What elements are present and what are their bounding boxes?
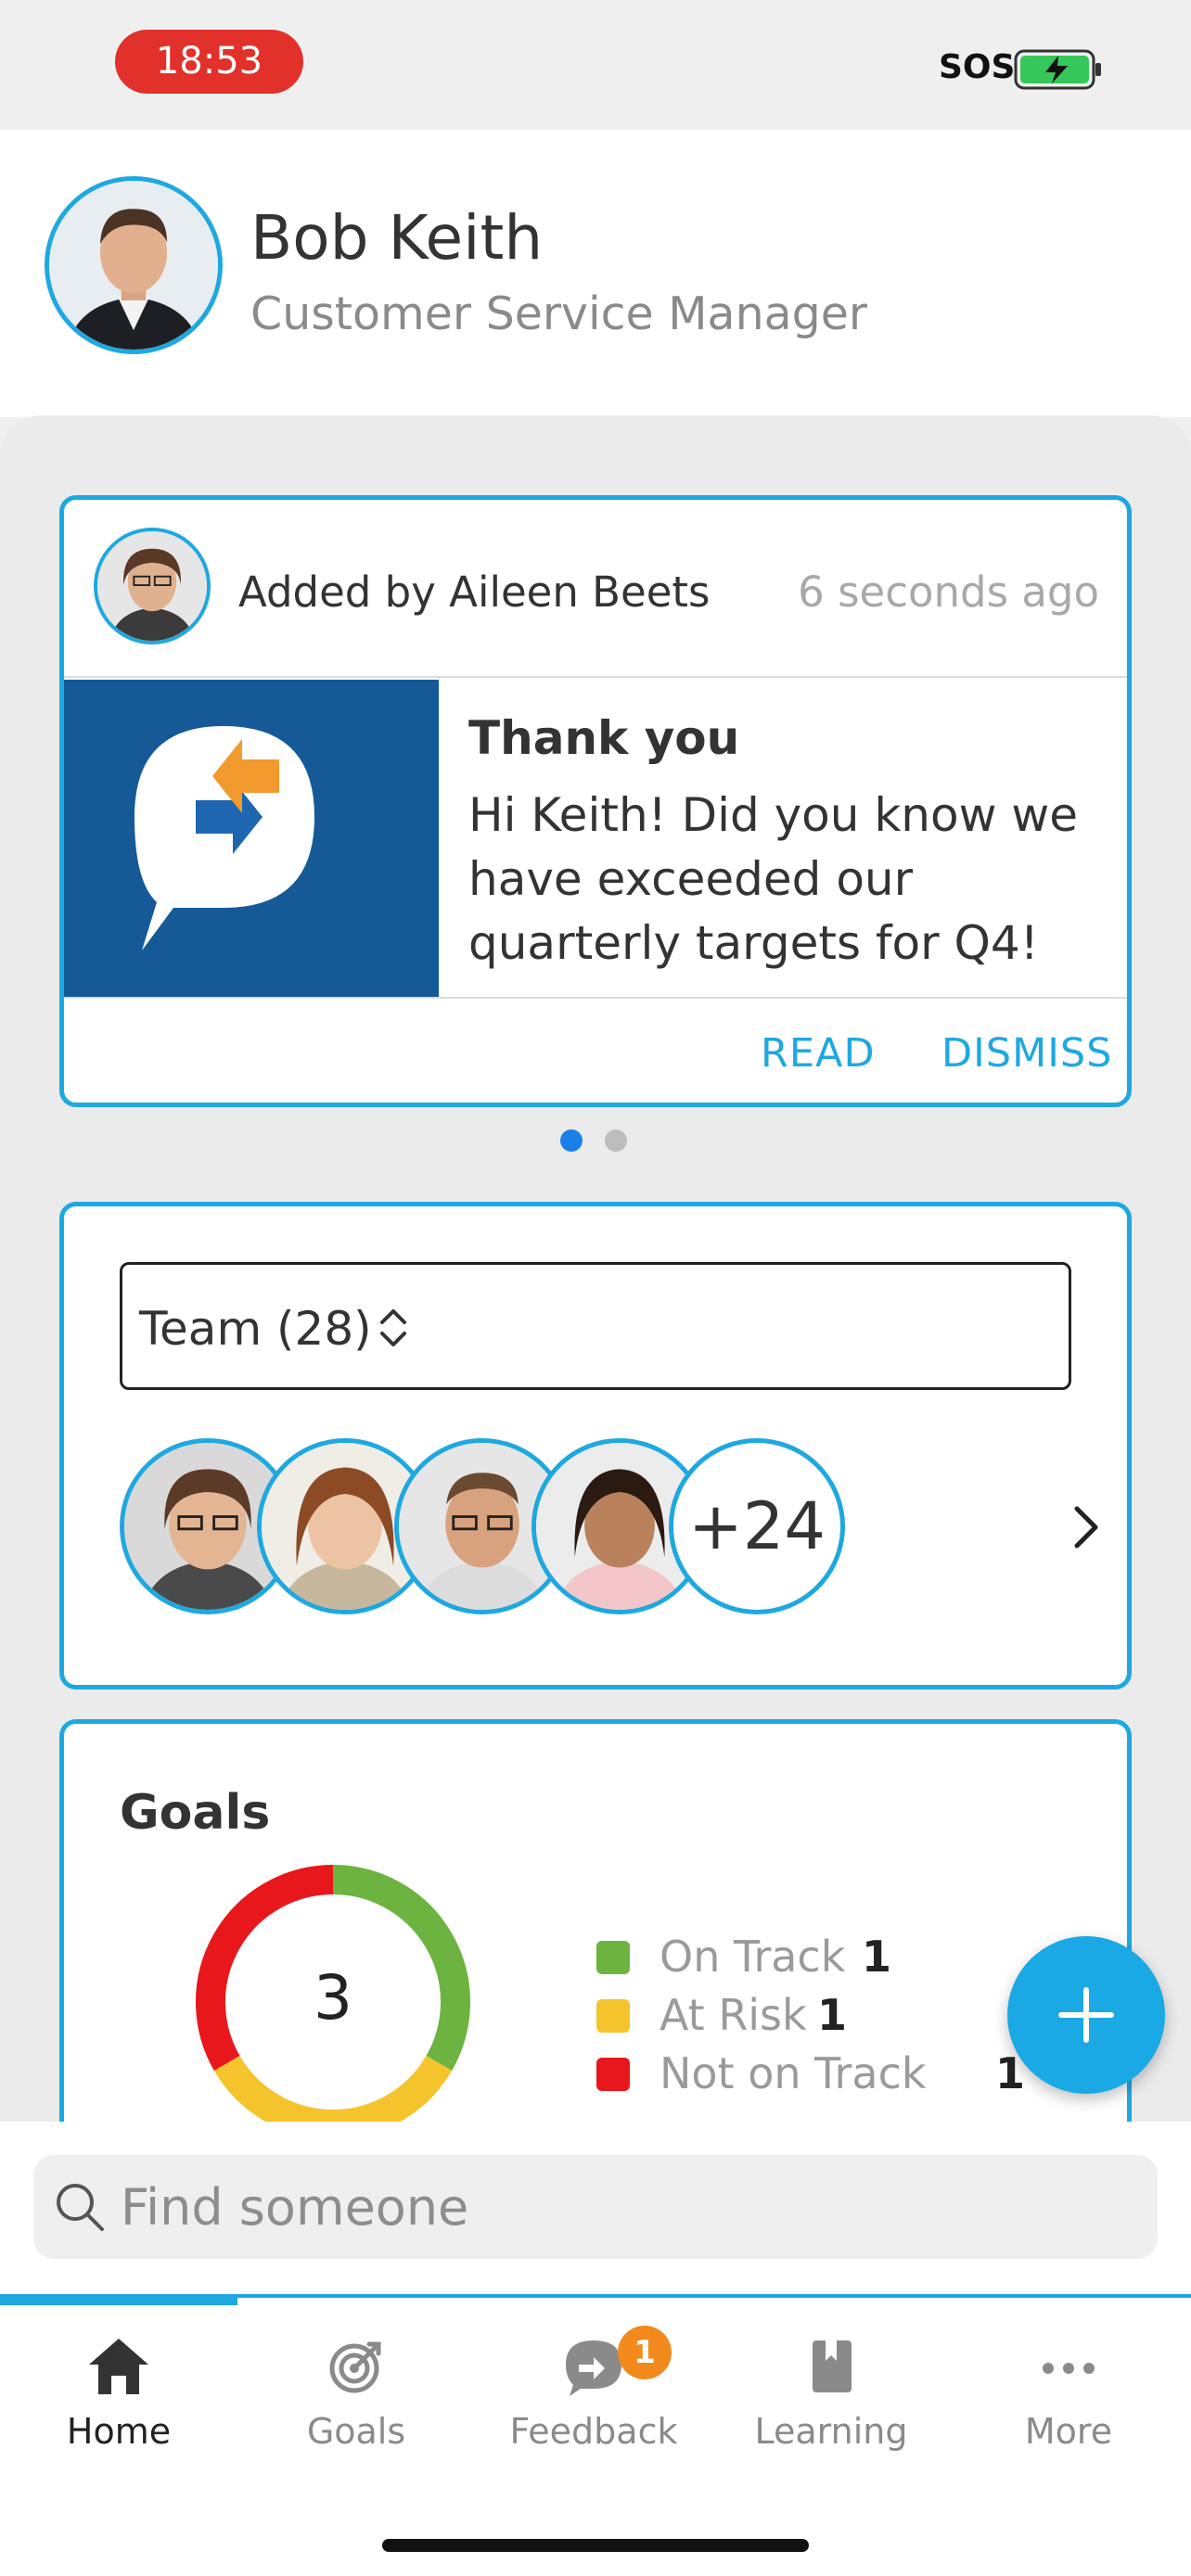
content-sheet: Added by Aileen Beets 6 seconds ago Than… xyxy=(0,415,1191,2122)
goals-card[interactable]: Goals 3 On Track 1 At Risk 1 Not on Trac… xyxy=(59,1719,1132,2122)
home-icon xyxy=(89,2339,148,2394)
donut-segment xyxy=(213,2055,453,2122)
search-input[interactable] xyxy=(121,2155,1048,2259)
sos-indicator: SOS xyxy=(939,48,1016,86)
team-more-count[interactable]: +24 xyxy=(669,1438,845,1614)
status-time: 18:53 xyxy=(115,30,303,94)
add-button[interactable] xyxy=(1007,1936,1165,2094)
tab-bar: Home Goals 1 Feedback Learning More xyxy=(0,2294,1191,2576)
tab-more[interactable]: More xyxy=(950,2335,1187,2474)
announcement-header: Added by Aileen Beets 6 seconds ago xyxy=(64,500,1127,678)
profile-role: Customer Service Manager xyxy=(250,287,868,340)
profile-avatar[interactable] xyxy=(45,176,223,354)
feedback-badge: 1 xyxy=(618,2326,672,2379)
announcement-timestamp: 6 seconds ago xyxy=(798,567,1099,617)
legend-swatch xyxy=(596,2058,630,2091)
sort-updown-icon xyxy=(380,1309,406,1346)
announcement-actions: READ DISMISS xyxy=(64,997,1127,1103)
author-avatar xyxy=(94,528,211,644)
carousel-dot[interactable] xyxy=(605,1129,627,1152)
team-selector[interactable]: Team (28) xyxy=(120,1262,1071,1390)
legend-value: 1 xyxy=(862,1932,892,1982)
tab-feedback[interactable]: 1 Feedback xyxy=(475,2326,712,2474)
legend-value: 1 xyxy=(817,1990,848,2040)
tab-learning[interactable]: Learning xyxy=(712,2335,950,2474)
tab-label: Feedback xyxy=(509,2411,678,2452)
tab-active-indicator xyxy=(0,2294,237,2305)
profile-name: Bob Keith xyxy=(250,202,544,274)
team-selector-label: Team (28) xyxy=(139,1302,372,1356)
profile-header: Bob Keith Customer Service Manager xyxy=(0,130,1191,417)
announcement-author: Added by Aileen Beets xyxy=(238,567,711,617)
book-icon xyxy=(813,2340,852,2392)
legend-label: Not on Track xyxy=(660,2048,927,2098)
plus-icon xyxy=(1058,1987,1114,2043)
tab-label: Learning xyxy=(754,2411,908,2452)
legend-label: At Risk xyxy=(660,1990,807,2040)
home-indicator xyxy=(382,2539,809,2552)
target-icon xyxy=(329,2341,381,2393)
search-box[interactable] xyxy=(33,2155,1158,2259)
feedback-icon xyxy=(566,2340,621,2396)
tab-goals[interactable]: Goals xyxy=(237,2335,475,2474)
read-button[interactable]: READ xyxy=(761,1030,876,1077)
announcement-body: Hi Keith! Did you know we have exceeded … xyxy=(468,788,1079,970)
goals-donut-chart: 3 xyxy=(196,1865,470,2122)
announcement-card[interactable]: Added by Aileen Beets 6 seconds ago Than… xyxy=(59,495,1132,1107)
tab-label: Home xyxy=(66,2411,172,2452)
legend-label: On Track xyxy=(660,1932,846,1982)
legend-swatch xyxy=(596,1941,630,1974)
team-card: Team (28) +24 xyxy=(59,1202,1132,1690)
legend-swatch xyxy=(596,1999,630,2033)
chevron-right-icon[interactable] xyxy=(1068,1501,1105,1553)
search-area xyxy=(0,2122,1191,2294)
battery-charging-icon xyxy=(1014,49,1101,90)
search-icon xyxy=(57,2184,104,2231)
goals-total: 3 xyxy=(314,1962,352,2034)
announcement-title: Thank you xyxy=(468,711,740,765)
goals-title: Goals xyxy=(120,1785,271,1841)
dismiss-button[interactable]: DISMISS xyxy=(941,1030,1112,1077)
tab-label: More xyxy=(1024,2411,1113,2452)
tab-label: Goals xyxy=(306,2411,406,2452)
carousel-dot-active[interactable] xyxy=(560,1129,583,1152)
more-icon xyxy=(1043,2363,1095,2374)
tab-home[interactable]: Home xyxy=(0,2335,237,2474)
announcement-logo xyxy=(64,680,439,997)
status-bar: 18:53 SOS xyxy=(0,0,1191,130)
